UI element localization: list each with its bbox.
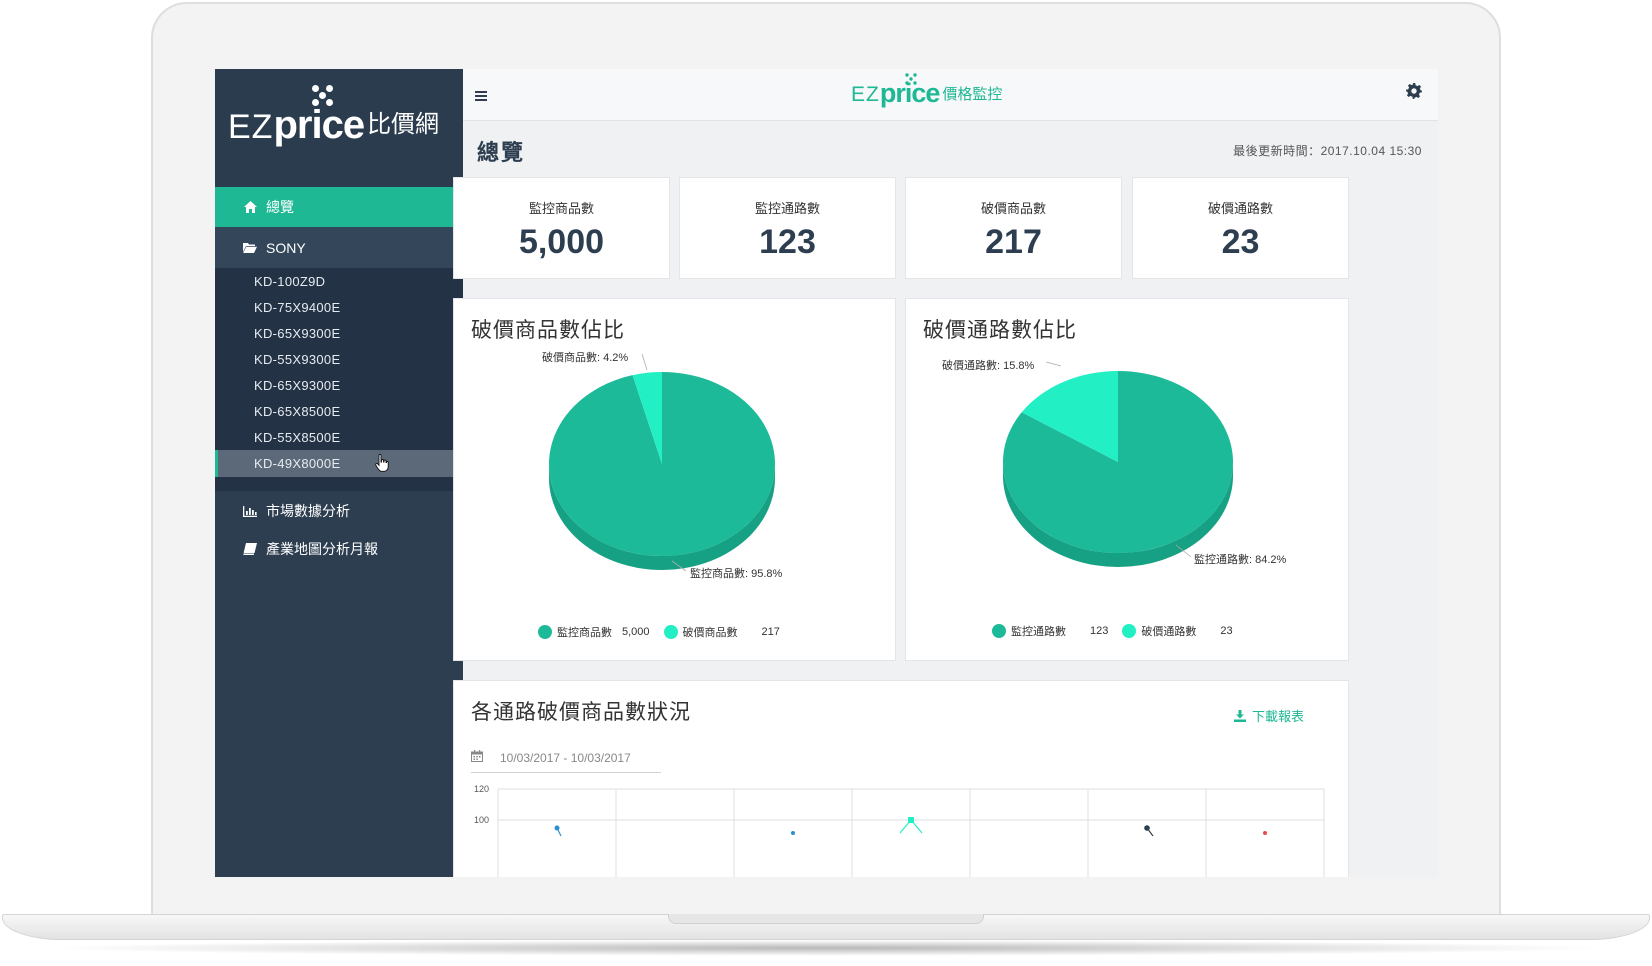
legend-label: 監控通路數 <box>1011 626 1066 638</box>
grid-lines <box>497 788 1325 877</box>
nav-item-overview[interactable]: 總覽 <box>215 187 463 227</box>
bar-chart-icon <box>242 504 258 518</box>
hand-cursor-icon <box>375 454 389 472</box>
book-icon <box>242 542 258 556</box>
pie-card-products: 破價商品數佔比 破價商品數: 4.2% 監控商品數: 95.8% 監控商品數 5… <box>453 298 896 661</box>
stat-card-monitored-channels: 監控通路數 123 <box>679 177 896 279</box>
submenu-item[interactable]: KD-75X9400E <box>215 294 463 321</box>
pie-legend: 監控商品數 5,000 破價商品數 217 <box>538 624 794 640</box>
line-chart-plot <box>497 788 1325 877</box>
laptop-notch <box>668 914 984 924</box>
home-icon <box>242 200 258 214</box>
stat-value: 5,000 <box>518 223 605 261</box>
series-line <box>1146 827 1154 837</box>
ezprice-logo[interactable]: EZprice 比價網 <box>215 69 463 187</box>
submenu-item[interactable]: KD-100Z9D <box>215 268 463 295</box>
sony-submenu: KD-100Z9D KD-75X9400E KD-65X9300E KD-55X… <box>215 268 463 491</box>
legend-label: 破價通路數 <box>1141 626 1197 638</box>
series-point <box>791 831 795 835</box>
stat-value: 23 <box>1221 223 1260 261</box>
pie-legend: 監控通路數 123 破價通路數 23 <box>992 623 1247 639</box>
stat-card-broken-price-products: 破價商品數 217 <box>905 177 1122 279</box>
legend-dot <box>663 625 678 639</box>
nav-label: 總覽 <box>266 199 294 215</box>
app-screen: EZprice 比價網 總覽 SONY KD-100Z9D KD-75X9400E… <box>215 69 1438 877</box>
legend-value: 217 <box>761 626 780 638</box>
submenu-item[interactable]: KD-55X9300E <box>215 346 463 373</box>
stat-label: 破價通路數 <box>1207 201 1273 216</box>
stat-value: 123 <box>759 223 816 261</box>
submenu-item[interactable]: KD-65X9300E <box>215 372 463 399</box>
topbar: EZ price 價格監控 <box>463 69 1438 121</box>
gear-icon[interactable] <box>1406 83 1422 105</box>
pie-leader-line <box>1045 361 1062 367</box>
laptop-shadow <box>40 940 1612 956</box>
legend-dot <box>538 625 552 639</box>
sidebar: EZprice 比價網 總覽 SONY KD-100Z9D KD-75X9400E… <box>215 69 463 877</box>
nav-label: SONY <box>266 239 306 256</box>
folder-open-icon <box>242 241 258 255</box>
series-line <box>910 819 923 834</box>
line-chart-card: 各通路破價商品數狀況 下載報表 10/03/2017 - 10/03/2017 … <box>453 680 1349 877</box>
logo-text: EZprice 比價網 <box>228 103 440 147</box>
legend-value: 23 <box>1220 625 1233 637</box>
submenu-item[interactable]: KD-55X8500E <box>215 424 463 451</box>
pie-leader-line <box>641 353 648 371</box>
nav-item-industry-report[interactable]: 產業地圖分析月報 <box>215 529 463 569</box>
stat-label: 監控商品數 <box>528 201 594 216</box>
nav-label: 產業地圖分析月報 <box>266 541 378 557</box>
pie-card-channels: 破價通路數佔比 破價通路數: 15.8% 監控通路數: 84.2% 監控通路數 … <box>905 298 1349 661</box>
submenu-item-selected[interactable]: KD-49X8000E <box>215 450 463 477</box>
pie-label-broken: 破價通路數: 15.8% <box>942 360 1035 372</box>
stat-card-monitored-products: 監控商品數 5,000 <box>453 177 670 279</box>
pie-label-broken: 破價商品數: 4.2% <box>542 352 629 364</box>
stat-card-broken-price-channels: 破價通路數 23 <box>1132 177 1349 279</box>
nav-label: 市場數據分析 <box>266 503 350 519</box>
pie-chart-channels <box>1003 361 1233 567</box>
stat-value: 217 <box>985 223 1042 261</box>
legend-value: 123 <box>1090 625 1109 637</box>
stat-label: 破價商品數 <box>980 201 1046 216</box>
app-brand: EZ price 價格監控 <box>851 73 1003 107</box>
legend-dot <box>1122 624 1137 638</box>
brand-dots-icon <box>905 73 917 85</box>
submenu-item[interactable]: KD-65X8500E <box>215 398 463 425</box>
legend-label: 破價商品數 <box>682 627 738 639</box>
series-point <box>1263 831 1267 835</box>
brand-price-wrap: price <box>880 73 940 107</box>
stat-label: 監控通路數 <box>754 201 820 216</box>
submenu-item[interactable]: KD-65X9300E <box>215 320 463 347</box>
pie-label-monitored: 監控通路數: 84.2% <box>1194 554 1287 566</box>
brand-ez: EZ <box>851 83 880 106</box>
legend-dot <box>992 624 1006 638</box>
nav-item-sony[interactable]: SONY <box>215 227 463 268</box>
legend-label: 監控商品數 <box>557 627 612 639</box>
pie-chart-products <box>549 353 775 572</box>
series-line <box>899 819 912 834</box>
pie-label-monitored: 監控商品數: 95.8% <box>690 568 783 580</box>
brand-subtitle: 價格監控 <box>942 86 1003 103</box>
last-updated: 最後更新時間：2017.10.04 15:30 <box>1233 144 1422 158</box>
nav-item-market-analysis[interactable]: 市場數據分析 <box>215 491 463 531</box>
legend-value: 5,000 <box>622 626 650 638</box>
hamburger-icon[interactable] <box>475 85 487 106</box>
page-title: 總覽 <box>477 140 526 165</box>
